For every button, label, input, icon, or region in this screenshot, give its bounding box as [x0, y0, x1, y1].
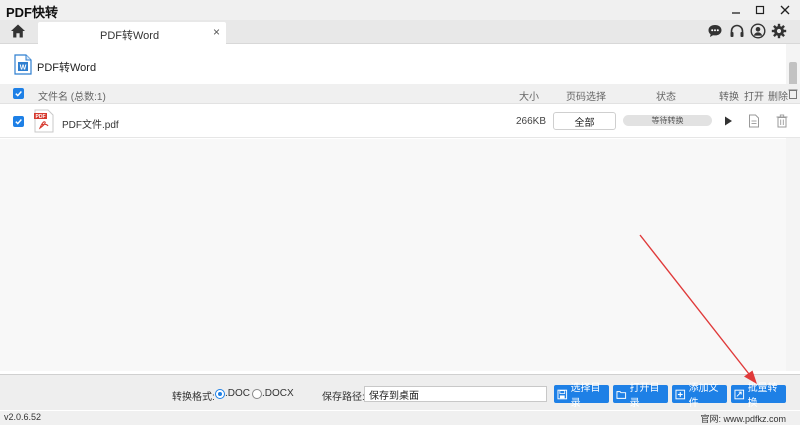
account-button[interactable] [750, 23, 766, 39]
plus-icon [675, 389, 686, 399]
close-window-button[interactable] [776, 1, 794, 19]
check-icon [15, 119, 22, 125]
app-title: PDF快转 [6, 5, 59, 20]
convert-doc-icon [734, 389, 745, 399]
column-name: 文件名 (总数:1) [38, 92, 106, 103]
batch-convert-label: 批量转换 [747, 383, 778, 409]
settings-button[interactable] [771, 23, 787, 39]
batch-convert-button[interactable]: 批量转换 [731, 383, 786, 409]
select-dir-label: 选择目录 [570, 383, 601, 409]
status-bar: v2.0.6.52 官网: www.pdfkz.com [0, 411, 800, 425]
user-icon [750, 23, 766, 39]
format-doc-radio[interactable] [215, 389, 225, 399]
minimize-button[interactable] [727, 1, 745, 19]
file-list-empty-area [0, 139, 786, 371]
play-icon [725, 116, 732, 126]
add-file-label: 添加文件 [688, 383, 719, 409]
maximize-icon [755, 5, 765, 15]
headset-icon [730, 24, 744, 37]
trash-icon [776, 114, 788, 128]
convert-button[interactable] [721, 114, 735, 128]
tab-pdf-to-word[interactable]: PDF转Word × [38, 22, 226, 44]
column-delete: 删除 [768, 92, 788, 103]
column-size: 大小 [519, 92, 539, 103]
open-dir-label: 打开目录 [629, 383, 660, 409]
folder-icon [616, 390, 627, 399]
format-doc-label[interactable]: .DOC [225, 388, 250, 399]
open-file-button[interactable] [747, 114, 761, 128]
save-icon [557, 389, 568, 399]
tab-close-button[interactable]: × [213, 25, 220, 39]
format-docx-radio[interactable] [252, 389, 262, 399]
file-row: PDF PDF文件.pdf 266KB 全部 等待转换 [0, 104, 800, 138]
status-badge: 等待转换 [623, 115, 712, 126]
column-pages: 页码选择 [566, 92, 606, 103]
svg-text:W: W [20, 64, 27, 71]
check-icon [15, 91, 22, 97]
format-docx-label[interactable]: .DOCX [262, 388, 294, 399]
website-link[interactable]: 官网: www.pdfkz.com [700, 412, 786, 425]
gear-icon [771, 23, 787, 39]
document-icon [749, 114, 759, 128]
file-checkbox[interactable] [13, 116, 24, 127]
version-text: v2.0.6.52 [4, 412, 42, 422]
maximize-button[interactable] [751, 1, 769, 19]
select-dir-button[interactable]: 选择目录 [554, 383, 609, 409]
delete-file-button[interactable] [775, 114, 789, 128]
column-convert: 转换 [719, 92, 739, 103]
minimize-icon [732, 12, 740, 14]
pdf-file-icon: PDF [34, 109, 54, 133]
chat-icon [708, 25, 722, 37]
column-open: 打开 [744, 92, 764, 103]
add-file-button[interactable]: 添加文件 [672, 383, 727, 409]
title-bar: PDF快转 [0, 0, 800, 20]
word-doc-icon: W [14, 54, 32, 75]
support-button[interactable] [729, 23, 745, 39]
file-size: 266KB [516, 116, 547, 127]
format-label: 转换格式: [172, 392, 215, 403]
home-button[interactable] [10, 23, 26, 39]
file-name: PDF文件.pdf [62, 120, 119, 131]
tab-label: PDF转Word [100, 30, 160, 42]
home-icon [11, 24, 25, 38]
chat-button[interactable] [707, 23, 723, 39]
function-header: W PDF转Word [0, 45, 785, 83]
function-title: PDF转Word [37, 62, 97, 74]
column-status: 状态 [656, 92, 676, 103]
select-all-checkbox[interactable] [13, 88, 24, 99]
page-select-button[interactable]: 全部 [553, 112, 616, 130]
file-list-header: 文件名 (总数:1) 大小 页码选择 状态 转换 打开 删除 [0, 84, 800, 104]
tab-bar: PDF转Word × [0, 20, 800, 44]
save-path-label: 保存路径: [322, 392, 365, 403]
close-icon [780, 5, 790, 15]
delete-all-button[interactable] [788, 88, 798, 99]
open-dir-button[interactable]: 打开目录 [613, 383, 668, 409]
svg-text:PDF: PDF [36, 114, 46, 120]
bottom-toolbar: 转换格式: .DOC .DOCX 保存路径: 选择目录 打开目录 添加文件 批量… [0, 374, 800, 410]
save-path-input[interactable] [364, 386, 547, 402]
trash-icon [788, 89, 798, 99]
